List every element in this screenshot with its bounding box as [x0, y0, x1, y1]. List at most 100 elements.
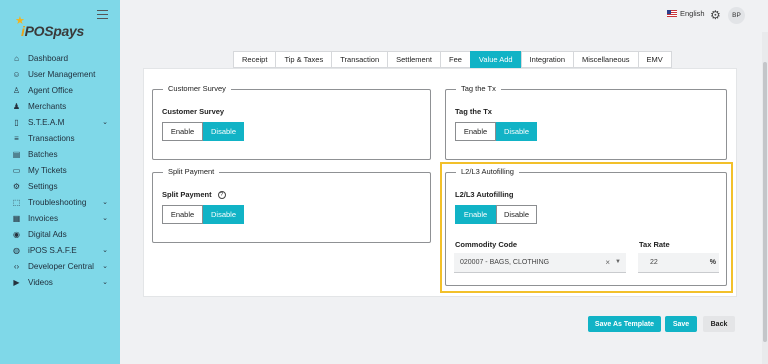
- sidebar-item-label: My Tickets: [28, 165, 67, 175]
- tax-rate-input[interactable]: 22 %: [638, 253, 719, 273]
- sidebar-item-batches[interactable]: ▤ Batches: [0, 146, 120, 162]
- chevron-down-icon[interactable]: ▼: [615, 259, 621, 265]
- scrollbar[interactable]: [762, 32, 768, 364]
- sidebar-item-label: Digital Ads: [28, 229, 67, 239]
- split-payment-enable-button[interactable]: Enable: [162, 205, 203, 224]
- video-icon: ▶: [13, 277, 20, 287]
- tag-the-tx-legend: Tag the Tx: [456, 84, 501, 93]
- sidebar-item-label: Agent Office: [28, 85, 73, 95]
- sidebar-item-label: S.T.E.A.M: [28, 117, 65, 127]
- split-payment-label: Split Payment: [162, 190, 212, 199]
- sidebar-item-troubleshooting[interactable]: ⬚ Troubleshooting ⌄: [0, 194, 120, 210]
- tax-rate-label: Tax Rate: [639, 240, 670, 249]
- ipospays-logo[interactable]: ★ iPOSpays: [8, 10, 88, 39]
- tag-the-tx-label: Tag the Tx: [455, 107, 492, 116]
- us-flag-icon: [667, 10, 677, 17]
- tab-miscellaneous[interactable]: Miscellaneous: [573, 51, 638, 68]
- sidebar-item-label: Videos: [28, 277, 53, 287]
- save-as-template-button[interactable]: Save As Template: [588, 316, 661, 332]
- split-payment-toggle: Enable Disable: [162, 205, 244, 224]
- sidebar-item-transactions[interactable]: ≡ Transactions: [0, 130, 120, 146]
- tab-transaction[interactable]: Transaction: [331, 51, 388, 68]
- sidebar-item-my-tickets[interactable]: ▭ My Tickets: [0, 162, 120, 178]
- logo-text: iPOSpays: [21, 23, 84, 39]
- customer-survey-disable-button[interactable]: Disable: [203, 122, 244, 141]
- action-bar: Save As Template: [588, 316, 661, 332]
- gear-icon[interactable]: ⚙: [710, 8, 721, 22]
- menu-toggle-icon[interactable]: [97, 10, 108, 19]
- sidebar-item-developer-central[interactable]: ‹› Developer Central ⌄: [0, 258, 120, 274]
- tag-the-tx-toggle: Enable Disable: [455, 122, 537, 141]
- sidebar-item-label: Troubleshooting: [28, 197, 87, 207]
- invoices-icon: ▦: [12, 213, 21, 223]
- clear-icon[interactable]: ×: [605, 258, 610, 267]
- user-icon: ☺: [12, 69, 21, 79]
- chevron-down-icon[interactable]: ⌄: [102, 118, 108, 126]
- sidebar-item-label: Settings: [28, 181, 58, 191]
- tickets-icon: ▭: [12, 165, 21, 175]
- sidebar-item-label: Transactions: [28, 133, 75, 143]
- language-label: English: [680, 9, 705, 18]
- sidebar-item-label: Invoices: [28, 213, 59, 223]
- chevron-down-icon[interactable]: ⌄: [102, 278, 108, 286]
- tag-the-tx-section: Tag the Tx Tag the Tx Enable Disable: [445, 84, 727, 160]
- tab-integration[interactable]: Integration: [520, 51, 574, 68]
- customer-survey-section: Customer Survey Customer Survey Enable D…: [152, 84, 431, 160]
- merchants-icon: ♟: [12, 101, 21, 111]
- avatar[interactable]: BP: [728, 7, 745, 24]
- sidebar-item-user-management[interactable]: ☺ User Management: [0, 66, 120, 82]
- home-icon: ⌂: [14, 53, 19, 63]
- sidebar-item-digital-ads[interactable]: ◉ Digital Ads: [0, 226, 120, 242]
- tab-settlement[interactable]: Settlement: [387, 51, 440, 68]
- sidebar-item-label: Merchants: [28, 101, 67, 111]
- help-icon[interactable]: ?: [217, 191, 226, 200]
- back-button[interactable]: Back: [703, 316, 735, 332]
- batches-icon: ▤: [12, 149, 21, 159]
- customer-survey-label: Customer Survey: [162, 107, 225, 116]
- sidebar-item-invoices[interactable]: ▦ Invoices ⌄: [0, 210, 120, 226]
- commodity-code-label: Commodity Code: [455, 240, 518, 249]
- troubleshooting-icon: ⬚: [12, 197, 21, 207]
- back-action: Back: [703, 316, 735, 332]
- commodity-code-select[interactable]: 020007 - BAGS, CLOTHING × ▼: [454, 253, 626, 273]
- sidebar-item-ipos-s-a-f-e[interactable]: ◍ iPOS S.A.F.E ⌄: [0, 242, 120, 258]
- tab-tip-taxes[interactable]: Tip & Taxes: [275, 51, 332, 68]
- l2l3-legend: L2/L3 Autofilling: [456, 167, 519, 176]
- sidebar-item-label: Dashboard: [28, 53, 69, 63]
- chevron-down-icon[interactable]: ⌄: [102, 246, 108, 254]
- sidebar-item-settings[interactable]: ⚙ Settings: [0, 178, 120, 194]
- code-icon: ‹›: [13, 261, 20, 271]
- chevron-down-icon[interactable]: ⌄: [102, 262, 108, 270]
- sidebar-item-merchants[interactable]: ♟ Merchants: [0, 98, 120, 114]
- split-payment-label-row: Split Payment?: [162, 190, 226, 200]
- language-selector[interactable]: English: [667, 9, 705, 18]
- tab-receipt[interactable]: Receipt: [233, 51, 276, 68]
- sidebar-item-label: User Management: [28, 69, 96, 79]
- tag-the-tx-enable-button[interactable]: Enable: [455, 122, 496, 141]
- chevron-down-icon[interactable]: ⌄: [102, 214, 108, 222]
- tab-emv[interactable]: EMV: [637, 51, 672, 68]
- sidebar: ★ iPOSpays ⌂ Dashboard ☺ User Management ♙ Ag…: [0, 0, 120, 364]
- l2l3-label: L2/L3 Autofilling: [455, 190, 514, 199]
- agent-icon: ♙: [12, 85, 21, 95]
- l2l3-disable-button[interactable]: Disable: [496, 205, 537, 224]
- percent-unit: %: [709, 259, 716, 266]
- sidebar-item-agent-office[interactable]: ♙ Agent Office: [0, 82, 120, 98]
- chevron-down-icon[interactable]: ⌄: [102, 198, 108, 206]
- sidebar-item-dashboard[interactable]: ⌂ Dashboard: [0, 50, 120, 66]
- customer-survey-toggle: Enable Disable: [162, 122, 244, 141]
- topbar: English ⚙ BP: [120, 0, 768, 32]
- scrollbar-thumb[interactable]: [763, 62, 767, 342]
- sidebar-item-videos[interactable]: ▶ Videos ⌄: [0, 274, 120, 290]
- split-payment-disable-button[interactable]: Disable: [203, 205, 244, 224]
- tab-fee[interactable]: Fee: [439, 51, 470, 68]
- settings-tabs: Receipt Tip & Taxes Transaction Settlement F…: [233, 51, 672, 68]
- tag-the-tx-disable-button[interactable]: Disable: [496, 122, 537, 141]
- sidebar-item-s-t-e-a-m[interactable]: ▯ S.T.E.A.M ⌄: [0, 114, 120, 130]
- sidebar-nav: ⌂ Dashboard ☺ User Management ♙ Agent Office ♟…: [0, 50, 120, 290]
- save-button[interactable]: Save: [665, 316, 697, 332]
- tab-value-add[interactable]: Value Add: [469, 51, 521, 68]
- ads-icon: ◉: [13, 229, 20, 239]
- l2l3-enable-button[interactable]: Enable: [455, 205, 496, 224]
- customer-survey-enable-button[interactable]: Enable: [162, 122, 203, 141]
